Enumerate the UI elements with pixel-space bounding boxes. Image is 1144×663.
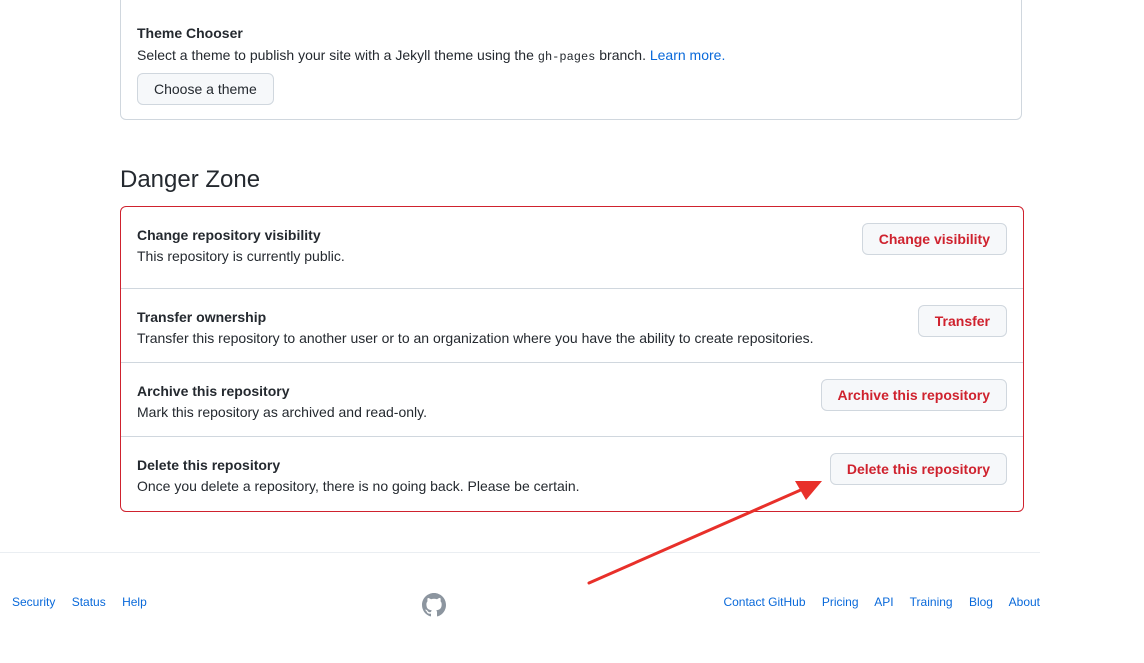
theme-desc-text: Select a theme to publish your site with… bbox=[137, 47, 538, 63]
footer-link-status[interactable]: Status bbox=[72, 595, 106, 609]
footer-link-pricing[interactable]: Pricing bbox=[822, 595, 859, 609]
footer-divider bbox=[0, 552, 1040, 553]
row-title: Change repository visibility bbox=[137, 227, 321, 243]
footer-link-security[interactable]: Security bbox=[12, 595, 55, 609]
row-title: Delete this repository bbox=[137, 457, 281, 473]
row-title: Transfer ownership bbox=[137, 309, 267, 325]
learn-more-link[interactable]: Learn more. bbox=[650, 47, 725, 63]
row-description: Transfer this repository to another user… bbox=[137, 330, 814, 346]
footer-link-help[interactable]: Help bbox=[122, 595, 147, 609]
footer-right-links: Contact GitHub Pricing API Training Blog… bbox=[723, 595, 1040, 609]
gh-pages-code: gh-pages bbox=[537, 50, 596, 64]
transfer-button[interactable]: Transfer bbox=[917, 305, 1007, 337]
row-description: Mark this repository as archived and rea… bbox=[137, 404, 427, 420]
danger-row-delete: Delete this repository Once you delete a… bbox=[121, 437, 1023, 511]
theme-chooser-description: Select a theme to publish your site with… bbox=[137, 47, 725, 64]
danger-row-visibility: Change repository visibility This reposi… bbox=[121, 207, 1023, 289]
choose-theme-button[interactable]: Choose a theme bbox=[137, 73, 274, 105]
change-visibility-button[interactable]: Change visibility bbox=[861, 223, 1007, 255]
footer-link-contact[interactable]: Contact GitHub bbox=[723, 595, 805, 609]
row-description: Once you delete a repository, there is n… bbox=[137, 478, 580, 494]
github-mark-icon[interactable] bbox=[422, 593, 446, 617]
theme-chooser-title: Theme Chooser bbox=[137, 25, 243, 41]
footer-link-about[interactable]: About bbox=[1009, 595, 1040, 609]
footer-left-links: Security Status Help bbox=[12, 595, 160, 609]
danger-row-archive: Archive this repository Mark this reposi… bbox=[121, 363, 1023, 437]
footer-link-blog[interactable]: Blog bbox=[969, 595, 993, 609]
footer-link-training[interactable]: Training bbox=[910, 595, 953, 609]
danger-row-transfer: Transfer ownership Transfer this reposit… bbox=[121, 289, 1023, 363]
theme-desc-text-2: branch. bbox=[595, 47, 650, 63]
danger-zone-heading: Danger Zone bbox=[120, 166, 261, 193]
danger-zone-box: Change repository visibility This reposi… bbox=[120, 206, 1024, 512]
delete-repository-button[interactable]: Delete this repository bbox=[829, 453, 1007, 485]
row-title: Archive this repository bbox=[137, 383, 290, 399]
row-description: This repository is currently public. bbox=[137, 248, 345, 264]
footer-link-api[interactable]: API bbox=[874, 595, 893, 609]
github-pages-panel: Theme Chooser Select a theme to publish … bbox=[120, 0, 1022, 120]
archive-repository-button[interactable]: Archive this repository bbox=[820, 379, 1007, 411]
